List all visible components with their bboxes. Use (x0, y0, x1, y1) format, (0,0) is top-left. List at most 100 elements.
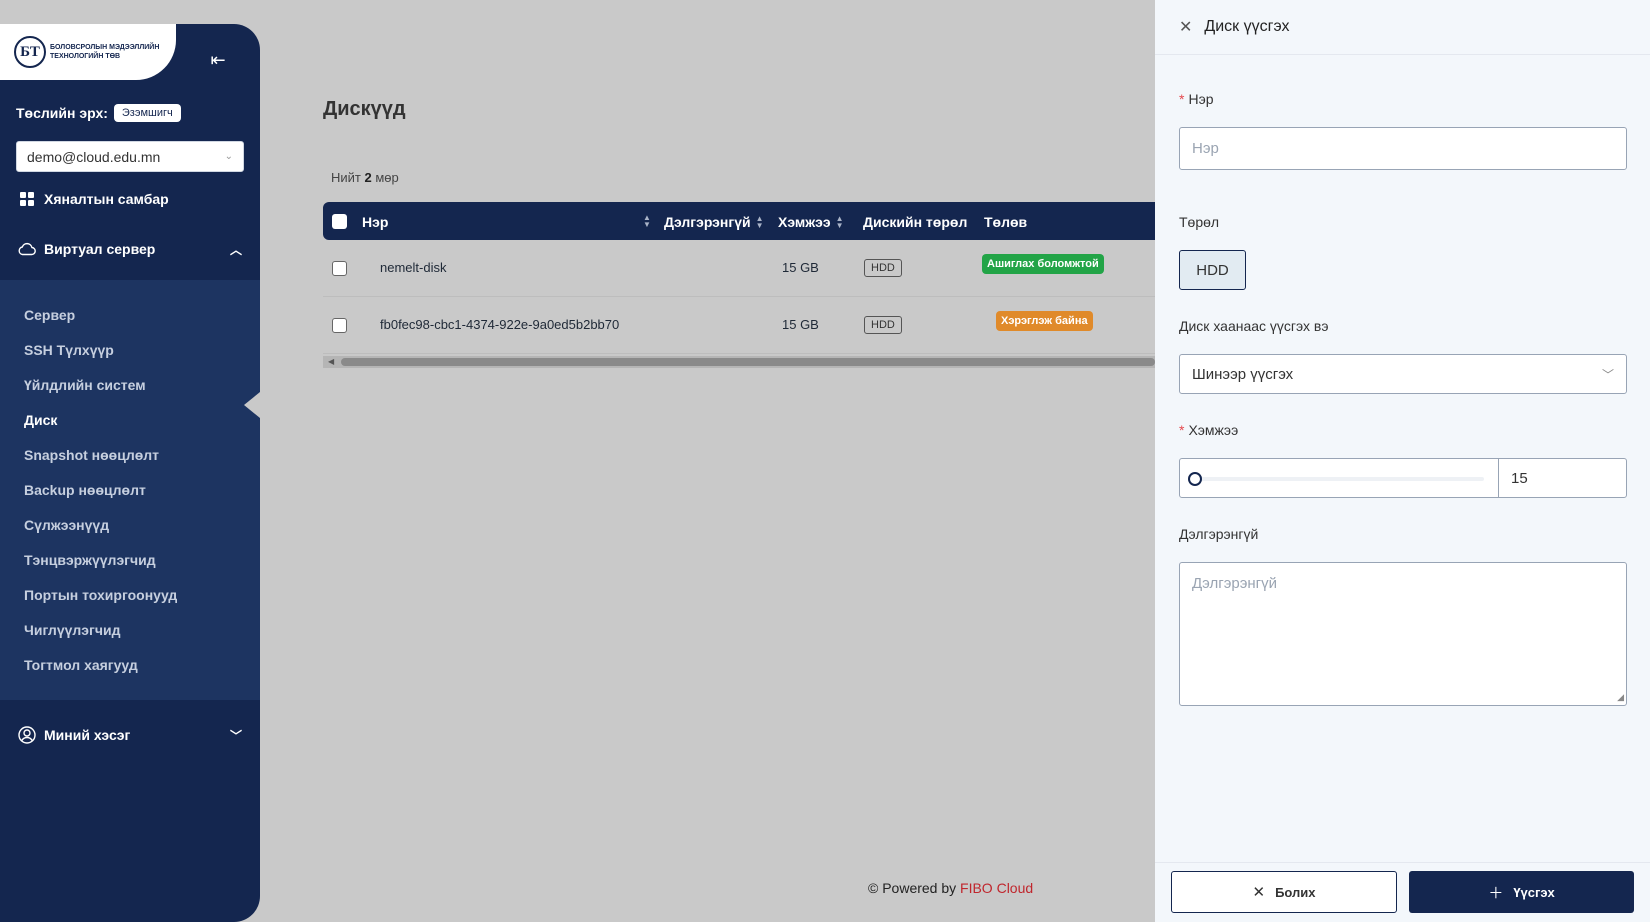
virtual-server-submenu: Сервер SSH Түлхүүр Үйлдлийн систем Диск … (0, 280, 260, 700)
drawer-title: Диск үүсгэх (1204, 18, 1290, 35)
size-label: * Хэмжээ (1179, 422, 1239, 438)
disk-name[interactable]: nemelt-disk (380, 260, 446, 275)
create-disk-drawer: ✕ Диск үүсгэх * Нэр Нэр Төрөл HDD Диск ха… (1155, 0, 1650, 922)
cancel-button-label: Болих (1275, 884, 1316, 900)
sidebar-item-ports[interactable]: Портын тохиргоонууд (24, 587, 177, 603)
cloud-icon (18, 240, 36, 258)
row-count-prefix: Нийт (331, 170, 361, 185)
sidebar-item-snapshot[interactable]: Snapshot нөөцлөлт (24, 447, 159, 463)
source-value: Шинээр үүсгэх (1192, 365, 1294, 383)
cancel-button[interactable]: ✕ Болих (1171, 871, 1397, 913)
account-value: demo@cloud.edu.mn (27, 148, 161, 165)
sort-description-icon: ▲ ▼ (755, 214, 764, 230)
source-select[interactable]: Шинээр үүсгэх ﹀ (1179, 354, 1627, 394)
size-control: 15 (1179, 458, 1627, 498)
table-row[interactable]: nemelt-disk 15 GB HDD Ашиглах боломжтой (323, 240, 1155, 297)
active-indicator (244, 392, 260, 418)
close-icon[interactable]: ✕ (1179, 17, 1192, 37)
nav-dashboard[interactable]: Хяналтын самбар (18, 190, 248, 208)
sidebar-item-floating-ips[interactable]: Тогтмол хаягууд (24, 657, 138, 673)
disks-table: Нэр ▲ ▼ Дэлгэрэнгүй ▲ ▼ Хэмжээ ▲ ▼ Дискийн тө… (323, 202, 1155, 354)
column-description[interactable]: Дэлгэрэнгүй ▲ ▼ (664, 214, 764, 230)
sort-name-icon[interactable]: ▲ ▼ (638, 214, 651, 229)
status-badge: Хэрэглэж байна (996, 311, 1093, 331)
source-label: Диск хаанаас үүсгэх вэ (1179, 318, 1329, 334)
page-title: Дискүүд (323, 98, 406, 120)
description-textarea[interactable]: Дэлгэрэнгүй ◢ (1179, 562, 1627, 706)
nav-my-section-label: Миний хэсэг (44, 727, 131, 743)
create-button[interactable]: ＋ Үүсгэх (1409, 871, 1634, 913)
role-label: Төслийн эрх: (16, 105, 108, 121)
row-checkbox[interactable] (332, 318, 347, 336)
nav-dashboard-label: Хяналтын самбар (44, 191, 169, 207)
disk-name[interactable]: fb0fec98-cbc1-4374-922e-9a0ed5b2bb70 (380, 317, 619, 332)
column-name-label: Нэр (362, 214, 389, 230)
sidebar-item-ssh-key[interactable]: SSH Түлхүүр (24, 342, 114, 358)
drawer-footer: ✕ Болих ＋ Үүсгэх (1155, 862, 1650, 922)
sort-size-icon: ▲ ▼ (835, 214, 844, 230)
chevron-down-icon: ﹀ (229, 728, 242, 743)
column-size-label: Хэмжээ (778, 214, 831, 230)
drawer-header: ✕ Диск үүсгэх (1155, 0, 1650, 55)
user-circle-icon (18, 726, 36, 744)
row-checkbox[interactable] (332, 261, 347, 279)
type-hdd-option[interactable]: HDD (1179, 250, 1246, 290)
nav-my-section[interactable]: Миний хэсэг ﹀ (18, 726, 248, 744)
row-count: Нийт 2 мөр (331, 170, 399, 185)
footer-text: © Powered by (868, 880, 957, 896)
table-horizontal-scrollbar[interactable]: ◀ (323, 356, 1155, 368)
table-row[interactable]: fb0fec98-cbc1-4374-922e-9a0ed5b2bb70 15 … (323, 297, 1155, 354)
sidebar-item-routers[interactable]: Чиглүүлэгчид (24, 622, 120, 638)
sidebar-item-backup[interactable]: Backup нөөцлөлт (24, 482, 146, 498)
column-status[interactable]: Төлөв (984, 214, 1027, 230)
sidebar: БТ БОЛОВСРОЛЫН МЭДЭЭЛЛИЙН ТЕХНОЛОГИЙН ТӨ… (0, 24, 260, 922)
nav-virtual-server-label: Виртуал сервер (44, 241, 156, 257)
size-slider-handle[interactable] (1188, 472, 1202, 486)
main-content: Дискүүд Нийт 2 мөр Нэр ▲ ▼ Дэлгэрэнгүй ▲ ▼ … (260, 0, 1155, 922)
select-all-checkbox[interactable] (332, 214, 347, 229)
sidebar-item-load-balancers[interactable]: Тэнцвэржүүлэгчид (24, 552, 156, 568)
role-badge: Эзэмшигч (113, 104, 181, 122)
column-description-label: Дэлгэрэнгүй (664, 214, 751, 230)
sidebar-item-server[interactable]: Сервер (24, 307, 75, 323)
nav-virtual-server[interactable]: Виртуал сервер ︿ (18, 240, 248, 258)
logo-mark-icon: БТ (14, 36, 46, 68)
column-name[interactable]: Нэр (362, 214, 388, 230)
logo[interactable]: БТ БОЛОВСРОЛЫН МЭДЭЭЛЛИЙН ТЕХНОЛОГИЙН ТӨ… (0, 24, 176, 80)
row-count-value: 2 (364, 170, 372, 185)
size-slider-track[interactable] (1194, 477, 1484, 481)
sidebar-item-networks[interactable]: Сүлжээнүүд (24, 517, 109, 533)
column-size[interactable]: Хэмжээ ▲ ▼ (778, 214, 844, 230)
size-input[interactable]: 15 (1498, 458, 1627, 498)
column-status-label: Төлөв (984, 214, 1028, 230)
sidebar-item-disk[interactable]: Диск (24, 412, 57, 428)
chevron-down-icon: ﹀ (1601, 367, 1614, 382)
sidebar-item-os[interactable]: Үйлдлийн систем (24, 377, 146, 393)
description-label: Дэлгэрэнгүй (1179, 526, 1259, 542)
row-count-suffix: мөр (375, 170, 399, 185)
footer-brand-link[interactable]: FIBO Cloud (960, 880, 1033, 896)
column-disk-type-label: Дискийн төрөл (863, 214, 968, 230)
disk-size: 15 GB (782, 260, 819, 275)
plus-icon: ＋ (1488, 884, 1504, 902)
chevron-up-icon: ︿ (229, 242, 242, 257)
name-input[interactable]: Нэр (1179, 127, 1627, 170)
resize-handle-icon[interactable]: ◢ (1617, 692, 1624, 703)
description-placeholder: Дэлгэрэнгүй (1192, 575, 1277, 592)
chevron-down-icon: ⌄ (224, 151, 233, 162)
type-label: Төрөл (1179, 214, 1220, 230)
close-icon: ✕ (1252, 884, 1266, 901)
account-select[interactable]: demo@cloud.edu.mn ⌄ (16, 141, 244, 172)
create-button-label: Үүсгэх (1513, 884, 1555, 900)
footer: © Powered by FIBO Cloud (868, 880, 1033, 896)
column-disk-type[interactable]: Дискийн төрөл (863, 214, 967, 230)
dashboard-icon (18, 190, 36, 208)
scrollbar-thumb[interactable] (341, 358, 1155, 366)
table-header: Нэр ▲ ▼ Дэлгэрэнгүй ▲ ▼ Хэмжээ ▲ ▼ Дискийн тө… (323, 202, 1155, 240)
disk-type-tag: HDD (864, 259, 902, 277)
disk-type-tag: HDD (864, 316, 902, 334)
scroll-left-icon[interactable]: ◀ (328, 357, 334, 366)
disk-size: 15 GB (782, 317, 819, 332)
collapse-sidebar-icon[interactable]: ⇤ (206, 48, 230, 72)
logo-text: БОЛОВСРОЛЫН МЭДЭЭЛЛИЙН ТЕХНОЛОГИЙН ТӨВ (50, 44, 160, 60)
